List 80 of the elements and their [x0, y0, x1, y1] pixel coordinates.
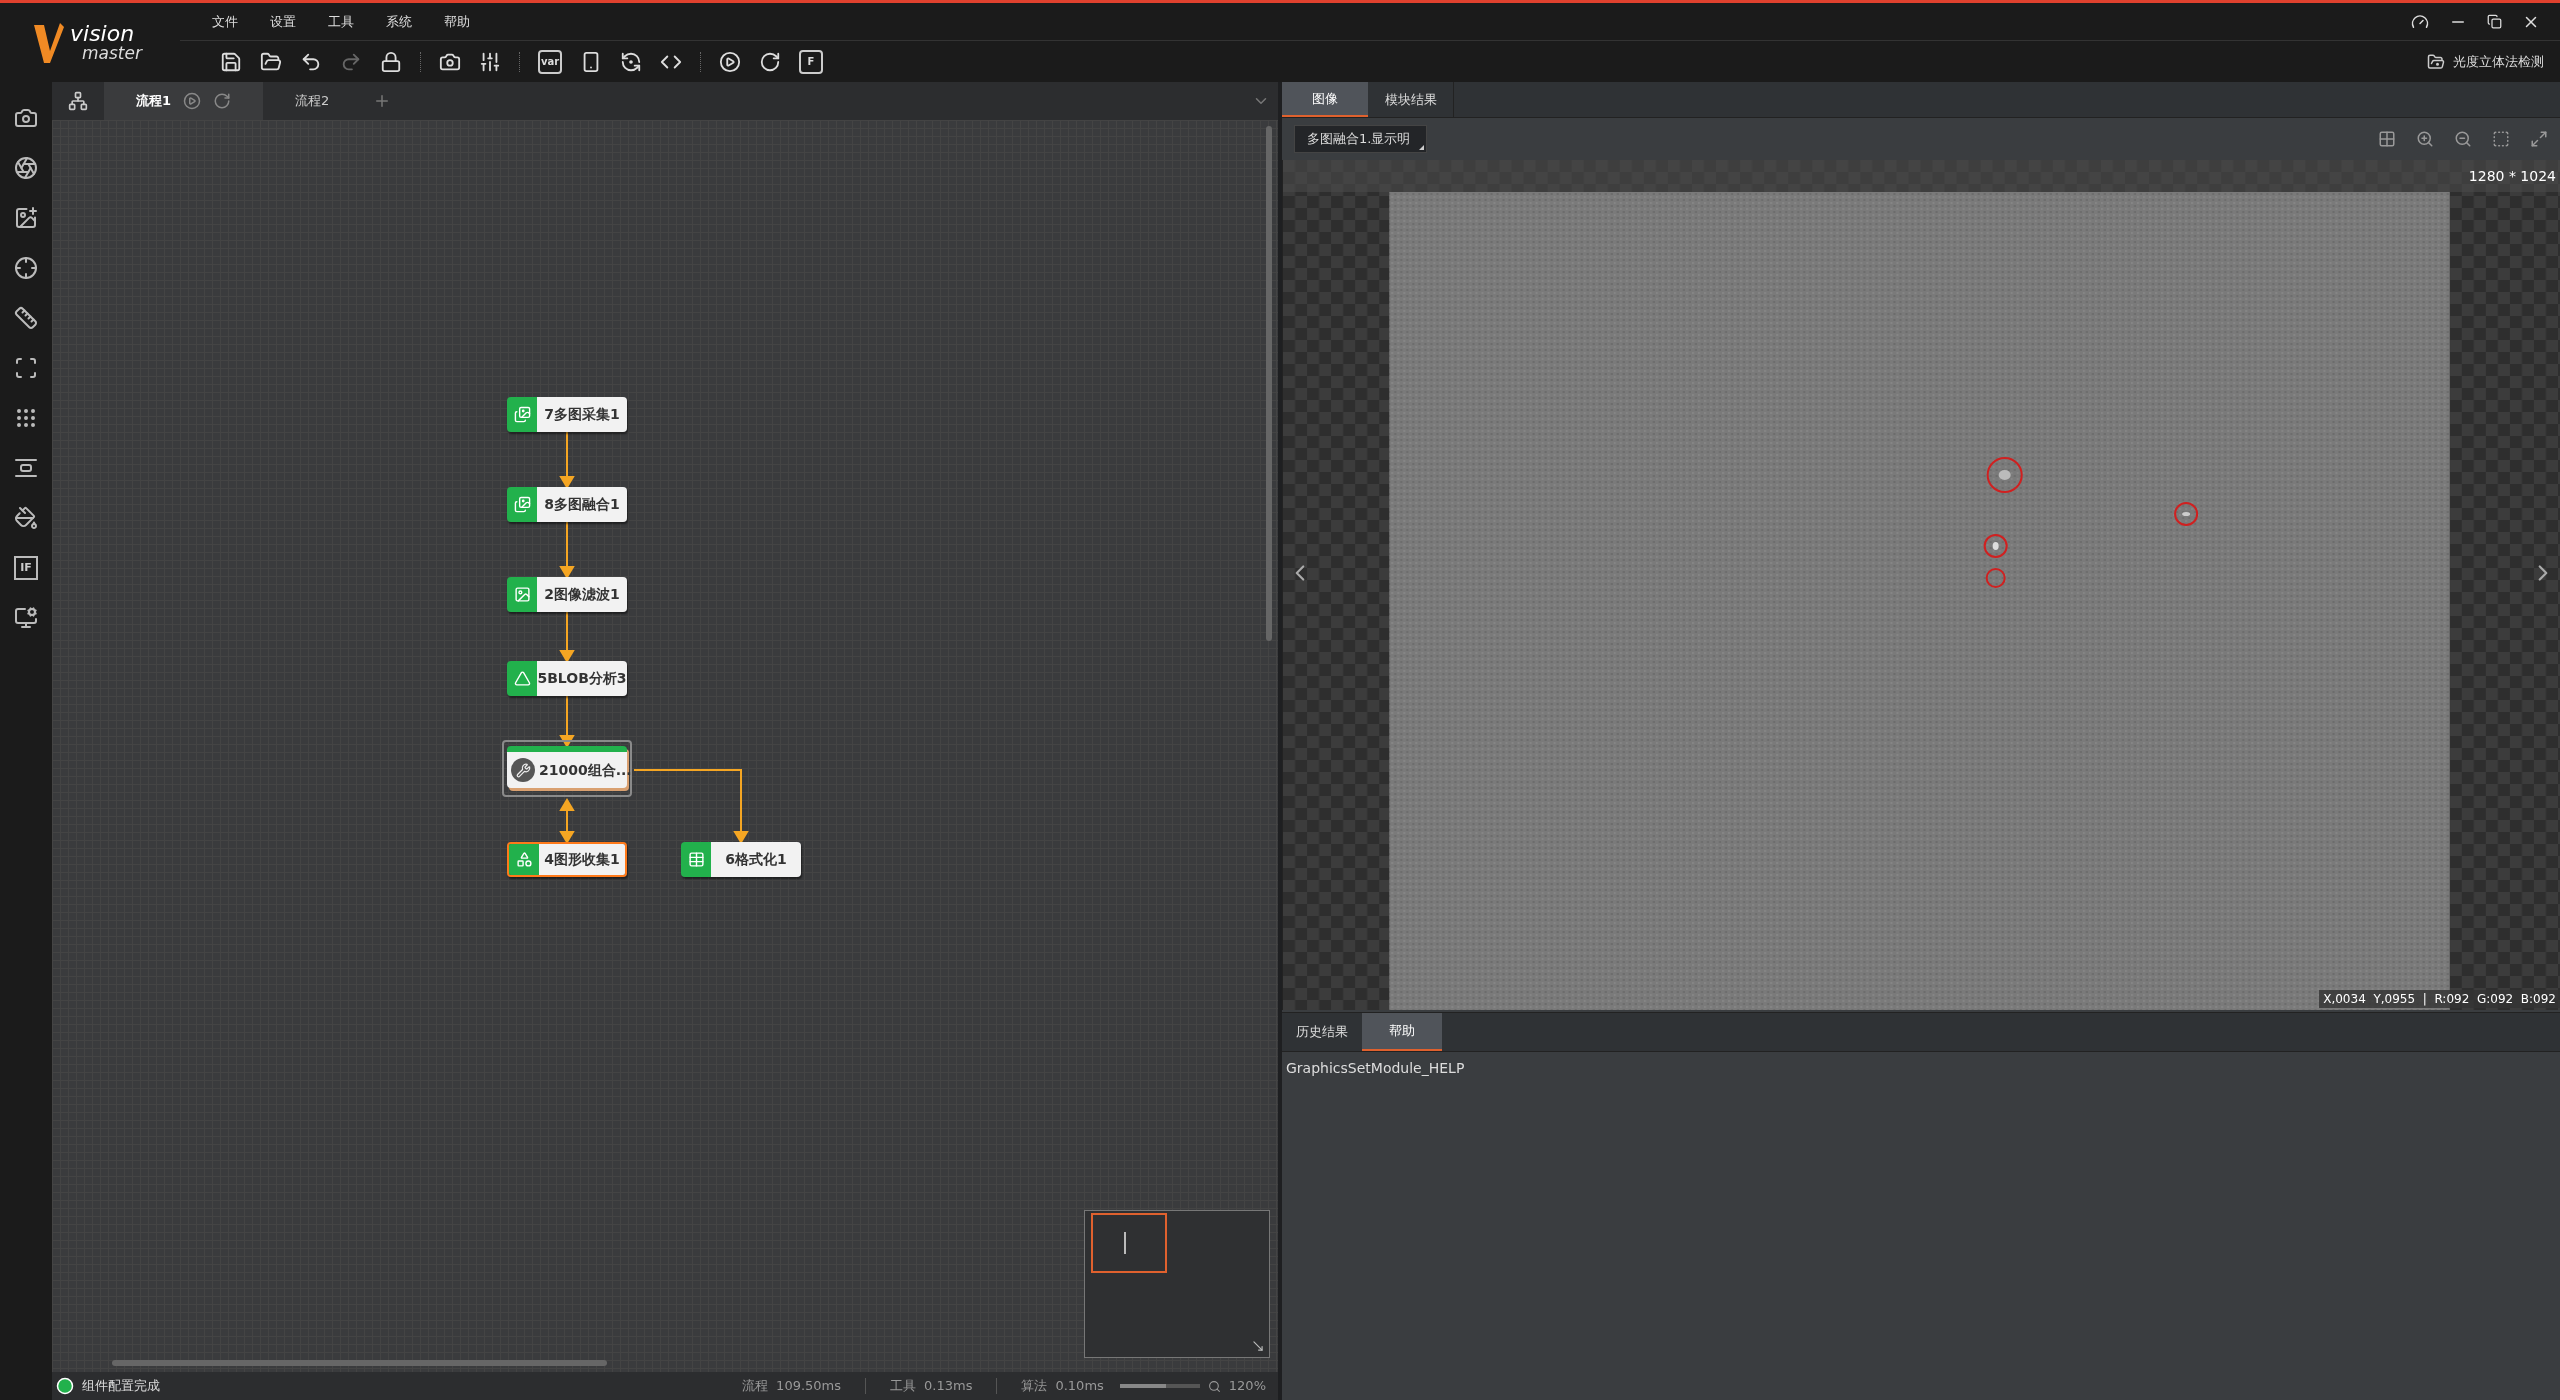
toolbar-button[interactable]: var: [538, 49, 562, 74]
logo-icon: [32, 20, 66, 65]
flow-node[interactable]: 4图形收集1: [507, 842, 627, 877]
image-icon: [513, 586, 531, 603]
menu-item[interactable]: 文件: [212, 11, 238, 32]
image-tab[interactable]: 图像: [1282, 82, 1368, 117]
image-tab[interactable]: 模块结果: [1368, 82, 1454, 117]
flow-tab[interactable]: 流程2: [263, 82, 362, 120]
flow-time-label: 流程: [742, 1377, 769, 1396]
menu-item[interactable]: 帮助: [444, 11, 470, 32]
grid-icon[interactable]: [2378, 130, 2396, 148]
tool-time-label: 工具: [890, 1377, 917, 1396]
tool-time: 0.13ms: [924, 1377, 973, 1396]
zoom-percent: 120%: [1228, 1377, 1266, 1396]
menu-item[interactable]: 设置: [270, 11, 296, 32]
minimap[interactable]: [1084, 1210, 1270, 1358]
actual-size-icon[interactable]: [2492, 130, 2510, 148]
toolbar-button[interactable]: F: [799, 49, 823, 74]
minimap-viewport[interactable]: [1091, 1213, 1167, 1273]
connector-arrow: [559, 431, 575, 489]
resize-icon[interactable]: [1251, 1339, 1265, 1353]
ruler-icon[interactable]: [14, 306, 38, 330]
zoom-slider[interactable]: [1119, 1384, 1200, 1388]
flow-tree-icon[interactable]: [68, 91, 88, 111]
image-source-dropdown[interactable]: 多图融合1.显示明: [1294, 125, 1428, 153]
horizontal-scrollbar[interactable]: [112, 1360, 607, 1366]
node-label: 2图像滤波1: [544, 585, 620, 604]
gauge-icon[interactable]: [2411, 12, 2429, 31]
align-icon[interactable]: [14, 456, 38, 480]
result-tab[interactable]: 帮助: [1362, 1013, 1442, 1051]
images-icon: [513, 406, 531, 423]
image-icon[interactable]: [14, 206, 38, 230]
zoom-slider-fill[interactable]: [1119, 1384, 1167, 1388]
lock-icon[interactable]: [380, 50, 402, 73]
repeat-icon[interactable]: [759, 50, 781, 73]
connector-arrow: [559, 611, 575, 663]
triangle-icon: [513, 670, 531, 687]
fit-icon[interactable]: [2530, 130, 2548, 148]
node-label: 8多图融合1: [544, 495, 620, 514]
flow-time: 109.50ms: [776, 1377, 842, 1396]
algorithm-time-label: 算法: [1021, 1377, 1048, 1396]
zoom-out-icon[interactable]: [2454, 130, 2472, 148]
pixel-info: X,0034 Y,0955 | R:092 G:092 B:092: [2319, 990, 2560, 1008]
wrench-icon: [511, 758, 535, 782]
logo-text: vision: [70, 23, 136, 45]
algorithm-time: 0.10ms: [1055, 1377, 1104, 1396]
menu-item[interactable]: 工具: [328, 11, 354, 32]
result-tab[interactable]: 历史结果: [1282, 1013, 1362, 1051]
help-text: GraphicsSetModule_HELP: [1286, 1060, 1465, 1076]
save-icon[interactable]: [220, 50, 242, 73]
table-icon: [687, 851, 705, 868]
camera-icon[interactable]: [14, 106, 38, 130]
sliders-icon[interactable]: [479, 50, 501, 73]
restore-icon[interactable]: [2487, 14, 2502, 29]
crosshair-icon[interactable]: [14, 256, 38, 280]
image-size: 1280 * 1024: [2468, 167, 2556, 186]
menu-item[interactable]: 系统: [386, 11, 412, 32]
scan-icon[interactable]: [14, 356, 38, 380]
vertical-scrollbar[interactable]: [1266, 126, 1272, 641]
node-label: 5BLOB分析3: [537, 669, 627, 688]
node-label: 6格式化1: [725, 850, 787, 869]
monitor-icon[interactable]: [14, 606, 38, 630]
images-icon: [513, 496, 531, 513]
connector-arrow: [559, 521, 575, 579]
shapes-icon: [515, 851, 533, 868]
search-icon: [1207, 1379, 1221, 1393]
paint-bucket-icon[interactable]: [14, 506, 38, 530]
aperture-icon[interactable]: [14, 156, 38, 180]
node-label: 4图形收集1: [544, 850, 620, 869]
solution-button[interactable]: 光度立体法检测: [2427, 51, 2544, 72]
folder-icon[interactable]: [260, 50, 282, 73]
sidebar-tool[interactable]: IF: [14, 556, 38, 580]
node-label: 7多图采集1: [544, 405, 620, 424]
connector-arrow: [559, 798, 575, 844]
logo-subtext: master: [81, 45, 142, 62]
zoom-in-icon[interactable]: [2416, 130, 2434, 148]
status-message: 组件配置完成: [82, 1377, 160, 1396]
grid-icon[interactable]: [14, 406, 38, 430]
refresh-icon[interactable]: [620, 50, 642, 73]
folder-icon: [2427, 52, 2445, 71]
